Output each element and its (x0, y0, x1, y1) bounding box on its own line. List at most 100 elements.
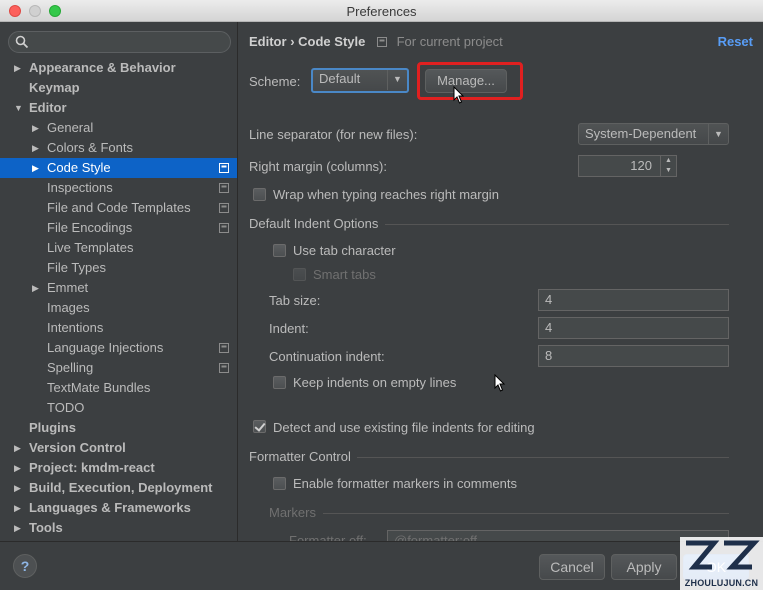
sidebar-item-project-kmdm-react[interactable]: ▶ Project: kmdm-react (0, 458, 237, 478)
tab-size-input[interactable]: 4 (538, 289, 729, 311)
sidebar-item-editor[interactable]: ▼ Editor (0, 98, 237, 118)
project-scope-icon (219, 203, 229, 213)
wrap-typing-checkbox[interactable] (253, 188, 266, 201)
settings-tree: ▶ Appearance & Behavior Keymap ▼ Editor ▶ Gene… (0, 58, 237, 541)
line-separator-value: System-Dependent (585, 126, 697, 141)
sidebar-item-label: Build, Execution, Deployment (29, 480, 213, 495)
search-input[interactable] (33, 34, 223, 50)
smart-tabs-label: Smart tabs (313, 267, 376, 282)
use-tab-checkbox[interactable] (273, 244, 286, 257)
collapsed-arrow-icon[interactable]: ▶ (14, 438, 21, 458)
sidebar-item-spelling[interactable]: Spelling (0, 358, 237, 378)
sidebar-item-label: File and Code Templates (47, 200, 191, 215)
indent-label: Indent: (269, 321, 309, 336)
sidebar-item-label: Spelling (47, 360, 94, 375)
detect-indents-checkbox[interactable] (253, 420, 266, 433)
collapsed-arrow-icon[interactable]: ▶ (32, 158, 39, 178)
sidebar-item-intentions[interactable]: Intentions (0, 318, 237, 338)
sidebar-item-label: Languages & Frameworks (29, 500, 191, 515)
project-scope-icon (219, 223, 229, 233)
sidebar-item-version-control[interactable]: ▶ Version Control (0, 438, 237, 458)
collapsed-arrow-icon[interactable]: ▶ (32, 138, 39, 158)
indent-section-title: Default Indent Options (249, 216, 379, 231)
sidebar-item-label: Editor (29, 100, 67, 115)
expanded-arrow-icon[interactable]: ▼ (14, 98, 23, 118)
sidebar-item-label: Inspections (47, 180, 113, 195)
markers-section-divider (323, 513, 729, 514)
search-icon (15, 35, 29, 49)
indent-input[interactable]: 4 (538, 317, 729, 339)
sidebar-item-todo[interactable]: TODO (0, 398, 237, 418)
sidebar-item-colors-fonts[interactable]: ▶ Colors & Fonts (0, 138, 237, 158)
sidebar-item-keymap[interactable]: Keymap (0, 78, 237, 98)
chevron-down-icon: ▼ (708, 124, 728, 144)
settings-search[interactable] (8, 31, 231, 53)
sidebar-item-build-execution-deployment[interactable]: ▶ Build, Execution, Deployment (0, 478, 237, 498)
sidebar-item-appearance-behavior[interactable]: ▶ Appearance & Behavior (0, 58, 237, 78)
continuation-indent-input[interactable]: 8 (538, 345, 729, 367)
collapsed-arrow-icon[interactable]: ▶ (14, 58, 21, 78)
sidebar-item-language-injections[interactable]: Language Injections (0, 338, 237, 358)
markers-section-title: Markers (269, 505, 316, 520)
mouse-cursor-icon (453, 86, 465, 104)
sidebar-item-label: Intentions (47, 320, 104, 335)
use-tab-label: Use tab character (293, 243, 396, 258)
indent-section-divider (385, 224, 729, 225)
formatter-off-label: Formatter off: (289, 533, 367, 541)
project-scope-icon (219, 163, 229, 173)
sidebar-item-file-and-code-templates[interactable]: File and Code Templates (0, 198, 237, 218)
sidebar-item-label: Live Templates (47, 240, 134, 255)
sidebar-item-label: File Encodings (47, 220, 133, 235)
help-button[interactable]: ? (13, 554, 37, 578)
chevron-down-icon: ▼ (387, 70, 407, 90)
project-scope-icon (376, 37, 387, 47)
sidebar-item-inspections[interactable]: Inspections (0, 178, 237, 198)
smart-tabs-checkbox[interactable] (293, 268, 306, 281)
mouse-cursor-icon (494, 374, 506, 392)
window-title: Preferences (346, 4, 417, 19)
watermark-logo-icon (686, 540, 760, 570)
collapsed-arrow-icon[interactable]: ▶ (14, 518, 21, 538)
collapsed-arrow-icon[interactable]: ▶ (14, 478, 21, 498)
sidebar-item-languages-frameworks[interactable]: ▶ Languages & Frameworks (0, 498, 237, 518)
scheme-select[interactable]: Default ▼ (311, 68, 409, 93)
sidebar-item-file-encodings[interactable]: File Encodings (0, 218, 237, 238)
sidebar-item-textmate-bundles[interactable]: TextMate Bundles (0, 378, 237, 398)
sidebar-item-live-templates[interactable]: Live Templates (0, 238, 237, 258)
scheme-label: Scheme: (249, 74, 301, 89)
collapsed-arrow-icon[interactable]: ▶ (32, 278, 39, 298)
sidebar-item-code-style[interactable]: ▶ Code Style (0, 158, 237, 178)
keep-indents-label: Keep indents on empty lines (293, 375, 457, 390)
sidebar-item-general[interactable]: ▶ General (0, 118, 237, 138)
dialog-button-bar: ? Cancel Apply OK (0, 541, 763, 590)
right-margin-value: 120 (630, 158, 652, 173)
sidebar-item-plugins[interactable]: Plugins (0, 418, 237, 438)
sidebar-item-file-types[interactable]: File Types (0, 258, 237, 278)
sidebar-item-label: Keymap (29, 80, 80, 95)
sidebar-item-images[interactable]: Images (0, 298, 237, 318)
collapsed-arrow-icon[interactable]: ▶ (14, 458, 21, 478)
line-separator-select[interactable]: System-Dependent ▼ (578, 123, 729, 145)
cancel-button[interactable]: Cancel (539, 554, 605, 580)
project-scope-icon (219, 343, 229, 353)
sidebar-item-tools[interactable]: ▶ Tools (0, 518, 237, 538)
scope-label: For current project (396, 34, 503, 49)
settings-sidebar: ▶ Appearance & Behavior Keymap ▼ Editor ▶ Gene… (0, 22, 238, 541)
spinner-arrows-icon[interactable]: ▲ ▼ (660, 156, 676, 176)
sidebar-item-label: Emmet (47, 280, 89, 295)
enable-markers-checkbox[interactable] (273, 477, 286, 490)
sidebar-item-emmet[interactable]: ▶ Emmet (0, 278, 237, 298)
breadcrumb-parent: Editor (249, 34, 287, 49)
collapsed-arrow-icon[interactable]: ▶ (32, 118, 39, 138)
breadcrumb: Editor › Code Style For current project (249, 34, 503, 49)
apply-button[interactable]: Apply (611, 554, 677, 580)
collapsed-arrow-icon[interactable]: ▶ (14, 498, 21, 518)
enable-markers-label: Enable formatter markers in comments (293, 476, 517, 491)
sidebar-item-label: Appearance & Behavior (29, 60, 176, 75)
formatter-off-input[interactable]: @formatter:off (387, 530, 729, 541)
reset-link[interactable]: Reset (718, 34, 753, 49)
sidebar-item-label: File Types (47, 260, 107, 275)
manage-button[interactable]: Manage... (425, 69, 507, 93)
keep-indents-checkbox[interactable] (273, 376, 286, 389)
right-margin-spinner[interactable]: 120 ▲ ▼ (578, 155, 677, 177)
